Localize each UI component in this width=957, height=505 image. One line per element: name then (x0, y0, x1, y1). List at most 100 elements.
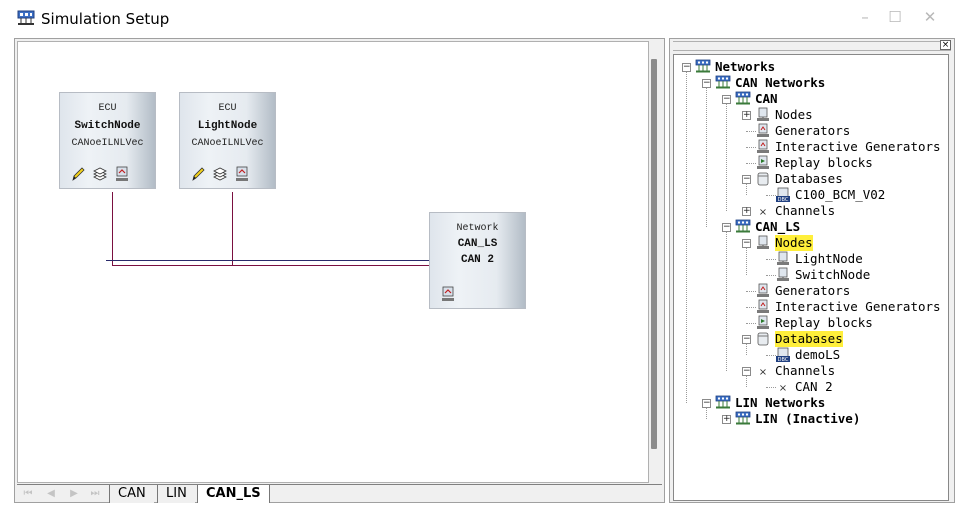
tree-row-channels[interactable]: − × Channels (674, 363, 948, 379)
tree-row-can-ls[interactable]: − CAN_LS (674, 219, 948, 235)
tree-row-generators[interactable]: Generators (674, 283, 948, 299)
tree-row-networks[interactable]: − Networks (674, 59, 948, 75)
tree-row-can-networks[interactable]: − CAN Networks (674, 75, 948, 91)
minimize-button[interactable]: – (856, 8, 874, 26)
tree-row-replay-blocks[interactable]: Replay blocks (674, 315, 948, 331)
svg-text:×: × (779, 383, 787, 394)
tree-row-lightnode[interactable]: LightNode (674, 251, 948, 267)
ecu-node-lightnode[interactable]: ECU LightNode CANoeILNLVec (179, 92, 276, 189)
simulation-canvas[interactable]: ECU SwitchNode CANoeILNLVec ECU LightNod… (17, 41, 649, 483)
tree-row-label: Replay blocks (775, 155, 873, 170)
canvas-vertical-scrollbar[interactable] (651, 59, 657, 449)
tree-row-nodes[interactable]: − Nodes (674, 235, 948, 251)
lightnode-connection-wire (232, 192, 233, 266)
tree-row-label: Generators (775, 283, 851, 298)
collapse-icon[interactable]: − (722, 95, 731, 104)
expand-icon[interactable]: + (742, 207, 751, 216)
generator-icon (755, 283, 771, 299)
tree-row-label: demoLS (795, 347, 841, 362)
last-tab-button[interactable]: ⏭ (88, 487, 102, 501)
collapse-icon[interactable]: − (722, 223, 731, 232)
generator-icon (755, 139, 771, 155)
collapse-icon[interactable]: − (742, 335, 751, 344)
dbc-file-icon: DBC (775, 347, 791, 363)
maximize-button[interactable]: ☐ (886, 8, 904, 26)
tree-row-interactive-generators[interactable]: Interactive Generators (674, 299, 948, 315)
tree-row-channels[interactable]: + × Channels (674, 203, 948, 219)
simulation-setup-icon (17, 10, 35, 25)
tab-can[interactable]: CAN (109, 485, 154, 503)
title-bar: Simulation Setup – ☐ ✕ (0, 0, 957, 38)
pencil-icon[interactable] (70, 166, 86, 182)
next-tab-button[interactable]: ▶ (67, 487, 81, 501)
collapse-icon[interactable]: − (742, 175, 751, 184)
tree-row-databases[interactable]: − Databases (674, 331, 948, 347)
tree-row-can[interactable]: − CAN (674, 91, 948, 107)
tree-row-label: CAN_LS (755, 219, 801, 234)
tree-row-label: Nodes (775, 235, 813, 251)
network-icon (695, 59, 711, 75)
tree-row-generators[interactable]: Generators (674, 123, 948, 139)
channel-icon: × (775, 379, 791, 395)
tree-row-lin-inactive[interactable]: + LIN (Inactive) (674, 411, 948, 427)
stack-icon[interactable] (92, 166, 108, 182)
tree-row-label: C100_BCM_V02 (795, 187, 886, 202)
network-tree[interactable]: − Networks − CAN Networks − CAN + Nodes Generato… (673, 54, 949, 501)
network-tree-panel: × − Networks − CAN Networks − CAN + Nodes Genera… (669, 38, 955, 503)
channel-icon: × (755, 203, 771, 219)
ecu-name-label: SwitchNode (74, 120, 141, 132)
tree-row-interactive-generators[interactable]: Interactive Generators (674, 139, 948, 155)
tree-row-c100-bcm-v02[interactable]: DBC C100_BCM_V02 (674, 187, 948, 203)
bus-line-upper (106, 260, 430, 261)
tree-row-label: Replay blocks (775, 315, 873, 330)
network-name-label: CAN_LS (457, 238, 498, 250)
tree-row-label: LIN Networks (735, 395, 826, 410)
tab-can-ls[interactable]: CAN_LS (197, 485, 270, 503)
tree-row-nodes[interactable]: + Nodes (674, 107, 948, 123)
tree-close-button[interactable]: × (940, 40, 951, 50)
tree-row-databases[interactable]: − Databases (674, 171, 948, 187)
replay-icon (755, 155, 771, 171)
tree-row-lin-networks[interactable]: − LIN Networks (674, 395, 948, 411)
tree-row-can-2[interactable]: × CAN 2 (674, 379, 948, 395)
close-button[interactable]: ✕ (921, 8, 939, 26)
replay-icon (755, 315, 771, 331)
simulation-canvas-panel: ECU SwitchNode CANoeILNLVec ECU LightNod… (14, 38, 665, 503)
tree-row-switchnode[interactable]: SwitchNode (674, 267, 948, 283)
tree-row-label: Nodes (775, 107, 813, 122)
tab-lin[interactable]: LIN (157, 485, 195, 503)
bus-line-lower (112, 265, 430, 266)
expand-icon[interactable]: + (742, 111, 751, 120)
tree-row-label: Channels (775, 363, 836, 378)
tree-row-label: SwitchNode (795, 267, 871, 282)
tree-row-replay-blocks[interactable]: Replay blocks (674, 155, 948, 171)
collapse-icon[interactable]: − (702, 79, 711, 88)
network-channel-label: CAN 2 (460, 254, 494, 266)
database-icon (755, 331, 771, 347)
network-config-icon[interactable] (440, 286, 456, 302)
previous-tab-button[interactable]: ◀ (44, 487, 58, 501)
network-node-can-ls[interactable]: Network CAN_LS CAN 2 (429, 212, 526, 309)
collapse-icon[interactable]: − (702, 399, 711, 408)
dbc-file-icon: DBC (775, 187, 791, 203)
network-icon (735, 91, 751, 107)
pencil-icon[interactable] (190, 166, 206, 182)
window-title: Simulation Setup (41, 10, 170, 28)
collapse-icon[interactable]: − (742, 239, 751, 248)
tree-row-label: Interactive Generators (775, 299, 941, 314)
node-icon (755, 107, 771, 123)
collapse-icon[interactable]: − (742, 367, 751, 376)
ecu-node-switchnode[interactable]: ECU SwitchNode CANoeILNLVec (59, 92, 156, 189)
first-tab-button[interactable]: ⏮ (21, 487, 35, 501)
expand-icon[interactable]: + (722, 415, 731, 424)
tree-row-label: LIN (Inactive) (755, 411, 861, 426)
node-config-icon[interactable] (234, 166, 250, 182)
node-config-icon[interactable] (114, 166, 130, 182)
collapse-icon[interactable]: − (682, 63, 691, 72)
svg-text:×: × (759, 207, 767, 218)
network-icon (735, 411, 751, 427)
network-icon (715, 75, 731, 91)
tree-row-label: Databases (775, 171, 843, 186)
stack-icon[interactable] (212, 166, 228, 182)
tree-row-demols[interactable]: DBC demoLS (674, 347, 948, 363)
